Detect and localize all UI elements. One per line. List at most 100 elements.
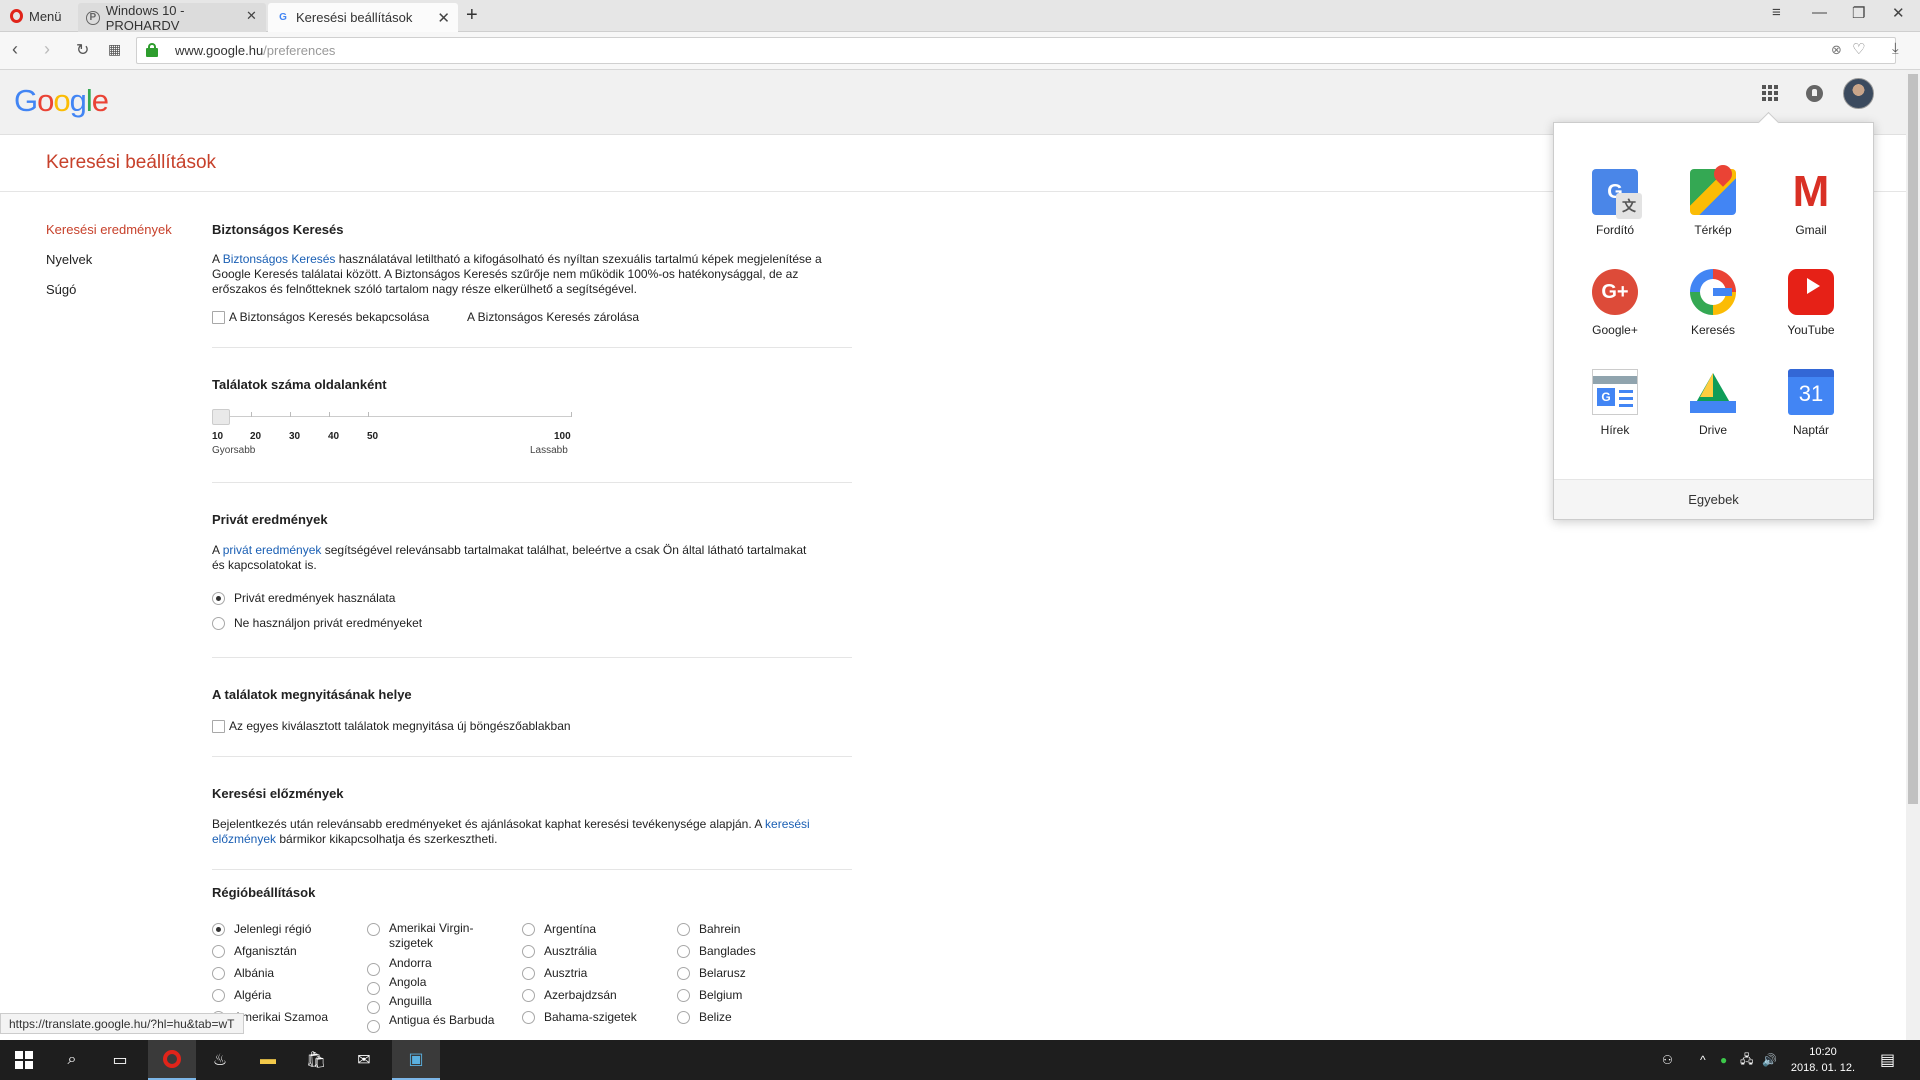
region-radio[interactable] <box>522 945 535 958</box>
region-radio[interactable] <box>522 1011 535 1024</box>
region-option[interactable]: Belgium <box>699 988 742 1002</box>
search-icon[interactable]: ⌕ <box>48 1040 96 1080</box>
people-icon[interactable]: ⚇ <box>1662 1040 1673 1080</box>
region-radio[interactable] <box>677 967 690 980</box>
region-option[interactable]: Ausztrália <box>544 944 597 958</box>
region-radio[interactable] <box>212 967 225 980</box>
region-radio[interactable] <box>367 1020 380 1033</box>
avatar[interactable] <box>1843 78 1874 109</box>
region-radio[interactable] <box>677 1011 690 1024</box>
radio-private-no-label[interactable]: Ne használjon privát eredményeket <box>234 616 422 630</box>
app-youtube[interactable]: YouTube <box>1766 269 1856 337</box>
lock-icon[interactable] <box>146 43 158 57</box>
tray-chevron-icon[interactable]: ^ <box>1700 1040 1706 1080</box>
region-option[interactable]: Bahrein <box>699 922 740 936</box>
region-option[interactable]: Azerbajdzsán <box>544 988 617 1002</box>
reload-button[interactable]: ↻ <box>76 40 89 60</box>
app-gmail[interactable]: M Gmail <box>1766 169 1856 238</box>
region-option[interactable]: Bahama-szigetek <box>544 1010 637 1024</box>
app-taskbar-icon[interactable]: ▣ <box>392 1040 440 1080</box>
task-view-icon[interactable]: ▭ <box>96 1040 144 1080</box>
mail-icon[interactable]: ✉ <box>340 1040 388 1080</box>
opera-menu-button[interactable]: Menü <box>0 0 76 32</box>
apps-grid-icon[interactable] <box>1762 85 1778 101</box>
sidebar-item-languages[interactable]: Nyelvek <box>46 252 92 267</box>
app-maps[interactable]: Térkép <box>1668 161 1758 237</box>
region-radio[interactable] <box>367 982 380 995</box>
region-option[interactable]: Andorra <box>389 956 432 970</box>
taskbar-clock[interactable]: 10:20 2018. 01. 12. <box>1788 1044 1858 1076</box>
action-center-icon[interactable]: ▤ <box>1880 1040 1895 1080</box>
sidebar-item-search-results[interactable]: Keresési eredmények <box>46 222 172 237</box>
steam-taskbar-icon[interactable]: ♨ <box>196 1040 244 1080</box>
scrollbar-thumb[interactable] <box>1908 74 1918 804</box>
app-news[interactable]: G Hírek <box>1570 369 1660 437</box>
results-slider-handle[interactable] <box>212 409 230 425</box>
app-translate[interactable]: G文 Fordító <box>1570 169 1660 237</box>
region-option[interactable]: Algéria <box>234 988 271 1002</box>
region-radio[interactable] <box>522 967 535 980</box>
apps-more-button[interactable]: Egyebek <box>1554 479 1873 519</box>
app-calendar[interactable]: 31 Naptár <box>1766 369 1856 437</box>
app-google-plus[interactable]: G+ Google+ <box>1570 269 1660 337</box>
restore-button[interactable]: ❐ <box>1852 4 1865 22</box>
region-option[interactable]: Amerikai Virgin-szigetek <box>389 921 499 951</box>
new-window-checkbox[interactable] <box>212 720 225 733</box>
region-option[interactable]: Anguilla <box>389 994 432 1008</box>
region-option[interactable]: Ausztria <box>544 966 587 980</box>
region-option[interactable]: Afganisztán <box>234 944 297 958</box>
region-radio[interactable] <box>367 1001 380 1014</box>
tab-search-settings[interactable]: G Keresési beállítások ✕ <box>268 3 458 32</box>
region-option[interactable]: Banglades <box>699 944 756 958</box>
url-field[interactable]: www.google.hu/preferences <box>136 37 1896 64</box>
region-radio[interactable] <box>367 923 380 936</box>
adblock-icon[interactable]: ⊗ <box>1831 42 1842 58</box>
back-button[interactable]: ‹ <box>12 39 18 60</box>
region-radio[interactable] <box>367 963 380 976</box>
radio-private-no[interactable] <box>212 617 225 630</box>
safesearch-checkbox-label[interactable]: A Biztonságos Keresés bekapcsolása <box>229 310 429 324</box>
store-icon[interactable]: 🛍 <box>292 1040 340 1080</box>
region-option[interactable]: Albánia <box>234 966 274 980</box>
region-option[interactable]: Angola <box>389 975 426 989</box>
region-option[interactable]: Amerikai Szamoa <box>234 1010 328 1024</box>
file-explorer-icon[interactable]: ▬ <box>244 1040 292 1080</box>
safesearch-link[interactable]: Biztonságos Keresés <box>223 252 336 266</box>
region-radio[interactable] <box>677 945 690 958</box>
radio-private-use-label[interactable]: Privát eredmények használata <box>234 591 395 605</box>
radio-private-use[interactable] <box>212 592 225 605</box>
sidebar-item-help[interactable]: Súgó <box>46 282 76 297</box>
opera-taskbar-icon[interactable] <box>148 1040 196 1080</box>
speed-dial-icon[interactable]: ▦ <box>108 41 121 58</box>
new-window-checkbox-label[interactable]: Az egyes kiválasztott találatok megnyitá… <box>229 719 571 733</box>
wired-network-icon[interactable]: 🖧 <box>1740 1040 1753 1080</box>
tab-windows10[interactable]: P Windows 10 - PROHARDV <box>78 3 266 33</box>
region-radio[interactable] <box>677 989 690 1002</box>
private-results-link[interactable]: privát eredmények <box>223 543 322 557</box>
close-tab-icon[interactable]: ✕ <box>246 8 257 24</box>
region-radio[interactable] <box>677 923 690 936</box>
app-search[interactable]: Keresés <box>1668 269 1758 337</box>
region-option[interactable]: Antigua és Barbuda <box>389 1013 494 1027</box>
google-logo[interactable]: Google <box>14 83 109 119</box>
forward-button[interactable]: › <box>44 39 50 60</box>
start-button[interactable] <box>0 1040 48 1080</box>
region-option[interactable]: Argentína <box>544 922 596 936</box>
network-status-icon[interactable]: ● <box>1720 1040 1727 1080</box>
safesearch-lock-link[interactable]: A Biztonságos Keresés zárolása <box>467 310 639 324</box>
bookmark-heart-icon[interactable]: ♡ <box>1852 40 1865 58</box>
new-tab-button[interactable]: + <box>466 4 478 27</box>
safesearch-checkbox[interactable] <box>212 311 225 324</box>
close-window-button[interactable]: ✕ <box>1892 4 1905 22</box>
region-option[interactable]: Jelenlegi régió <box>234 922 311 936</box>
region-option[interactable]: Belize <box>699 1010 732 1024</box>
app-drive[interactable]: Drive <box>1668 369 1758 437</box>
volume-icon[interactable]: 🔊 <box>1762 1040 1777 1080</box>
region-radio[interactable] <box>212 945 225 958</box>
region-radio[interactable] <box>522 989 535 1002</box>
minimize-button[interactable]: — <box>1812 4 1827 21</box>
results-slider-track[interactable] <box>212 416 572 417</box>
close-tab-icon[interactable]: ✕ <box>437 9 450 27</box>
region-option[interactable]: Belarusz <box>699 966 746 980</box>
download-icon[interactable]: ⤓ <box>1892 40 1899 57</box>
